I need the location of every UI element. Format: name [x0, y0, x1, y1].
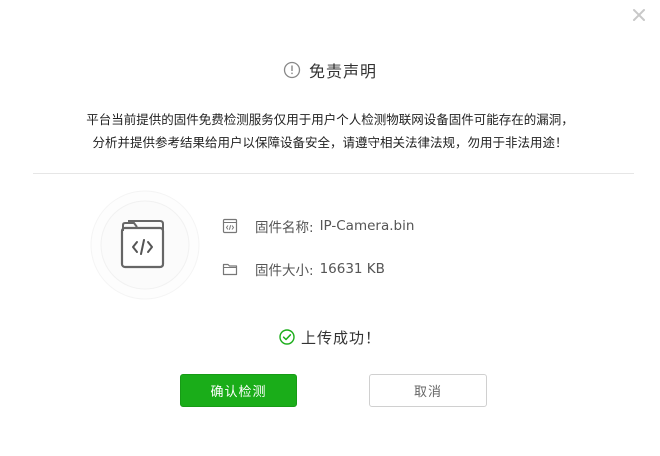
firmware-size-row: 固件大小: 16631 KB [222, 259, 385, 279]
firmware-size-value: 16631 KB [319, 261, 385, 277]
firmware-name-row: 固件名称: IP-Camera.bin [222, 216, 414, 236]
disclaimer-dialog: 免责声明 平台当前提供的固件免费检测服务仅用于用户个人检测物联网设备固件可能存在… [0, 0, 660, 456]
firmware-name-value: IP-Camera.bin [319, 218, 415, 234]
close-icon [633, 9, 645, 21]
info-icon [283, 61, 301, 79]
firmware-size-label: 固件大小: [255, 263, 314, 279]
code-folder-icon [90, 190, 200, 300]
folder-icon [222, 263, 238, 276]
disclaimer-notice: 平台当前提供的固件免费检测服务仅用于用户个人检测物联网设备固件可能存在的漏洞， … [0, 108, 660, 154]
check-circle-icon [279, 329, 295, 345]
dialog-title: 免责声明 [308, 62, 377, 81]
dialog-header: 免责声明 [0, 58, 660, 82]
firmware-name-label: 固件名称: [255, 220, 314, 236]
divider [33, 173, 634, 174]
upload-status-text: 上传成功！ [300, 328, 381, 347]
notice-line-2: 分析并提供参考结果给用户以保障设备安全，请遵守相关法律法规，勿用于非法用途！ [92, 135, 568, 150]
confirm-detect-button[interactable]: 确认检测 [180, 374, 297, 407]
close-button[interactable] [630, 6, 648, 24]
notice-line-1: 平台当前提供的固件免费检测服务仅用于用户个人检测物联网设备固件可能存在的漏洞， [86, 112, 574, 127]
cancel-button[interactable]: 取消 [369, 374, 487, 407]
code-file-icon [222, 218, 238, 234]
upload-status: 上传成功！ [0, 326, 660, 348]
